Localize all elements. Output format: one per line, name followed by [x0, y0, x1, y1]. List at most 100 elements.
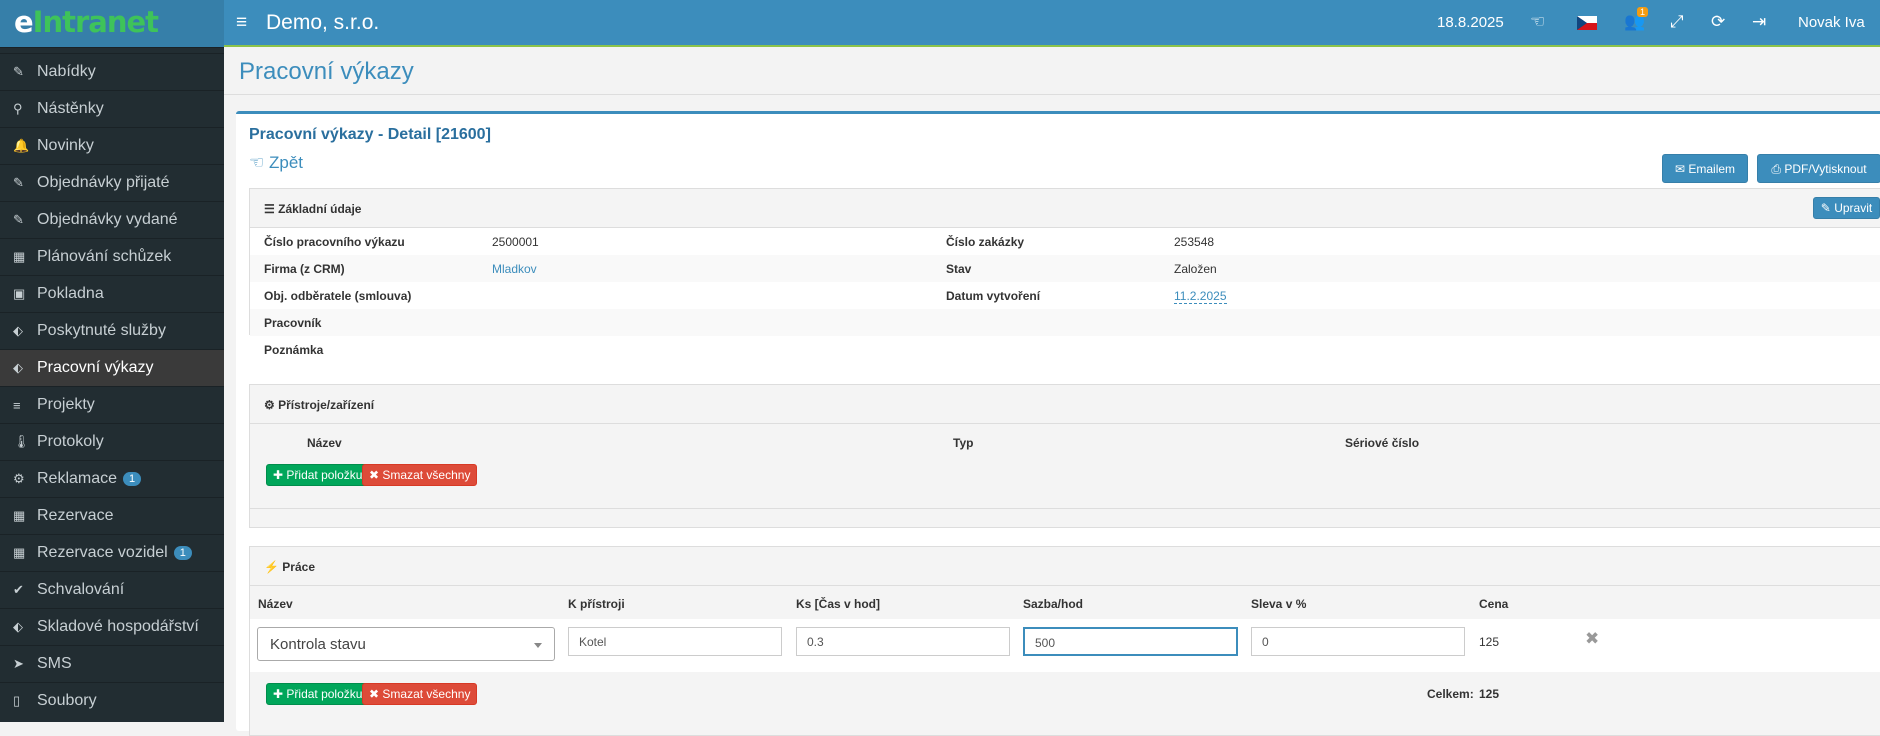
- sidebar-item-label: Schvalování: [37, 581, 125, 598]
- info-label: Číslo pracovního výkazu: [264, 235, 405, 249]
- devices-heading: Přístroje/zařízení: [278, 398, 375, 412]
- sidebar-item[interactable]: ⚲ Nástěnky: [0, 90, 224, 127]
- created-date-editable[interactable]: 11.2.2025: [1174, 289, 1227, 304]
- rate-input[interactable]: 500: [1023, 627, 1238, 656]
- page-title: Pracovní výkazy: [239, 58, 414, 85]
- device-input[interactable]: Kotel: [568, 627, 782, 656]
- sidebar-icon: ✎: [13, 64, 24, 79]
- refresh-icon[interactable]: ⟳: [1711, 12, 1725, 32]
- sidebar-item[interactable]: ▯ Soubory: [0, 682, 224, 719]
- list-icon: ☰: [264, 202, 275, 216]
- total-label: Celkem:: [1427, 687, 1474, 701]
- sidebar-item[interactable]: ➤ SMS: [0, 645, 224, 682]
- total-value: 125: [1479, 687, 1500, 701]
- sidebar-item[interactable]: ▣ Pokladna: [0, 275, 224, 312]
- column-header: Typ: [953, 436, 974, 450]
- column-header: Ks [Čas v hod]: [796, 597, 881, 611]
- app-logo[interactable]: eIntranet: [0, 0, 224, 47]
- sidebar-item[interactable]: ✎ Objednávky vydané: [0, 201, 224, 238]
- sidebar-item[interactable]: ▦ Plánování schůzek: [0, 238, 224, 275]
- sidebar-item-label: Nabídky: [37, 63, 96, 80]
- sidebar-item-label: SMS: [37, 655, 72, 672]
- sidebar-icon: ⚲: [13, 101, 23, 116]
- column-header: Název: [307, 436, 342, 450]
- info-row: Obj. odběratele (smlouva) Datum vytvořen…: [250, 282, 1880, 309]
- detail-title: Pracovní výkazy - Detail [21600]: [249, 126, 491, 143]
- add-device-button[interactable]: ✚ Přidat položku: [266, 464, 370, 486]
- sidebar-item[interactable]: ⬖ Skladové hospodářství: [0, 608, 224, 645]
- sidebar-item[interactable]: ▦ Rezervace: [0, 497, 224, 534]
- sidebar-icon: ➤: [13, 656, 24, 671]
- company-name: Demo, s.r.o.: [266, 11, 380, 34]
- edit-button[interactable]: ✎ Upravit: [1813, 197, 1880, 219]
- sidebar-item-label: Novinky: [37, 137, 94, 154]
- devices-panel: ⚙ Přístroje/zařízení Název Typ Sériové č…: [249, 384, 1880, 528]
- add-work-button[interactable]: ✚ Přidat položku: [266, 683, 370, 705]
- notification-badge: 1: [1637, 7, 1649, 17]
- column-header: K přístroji: [568, 597, 625, 611]
- sidebar-item[interactable]: ▦ Rezervace vozidel 1: [0, 534, 224, 571]
- sign-out-icon[interactable]: ⇥: [1752, 12, 1766, 32]
- delete-all-work-button[interactable]: ✖ Smazat všechny: [362, 683, 478, 705]
- back-link[interactable]: ☜ Zpět: [249, 153, 303, 173]
- sidebar-item-label: Rezervace vozidel: [37, 544, 168, 561]
- email-button[interactable]: ✉ Emailem: [1662, 154, 1748, 183]
- remove-row-icon[interactable]: ✖: [1585, 629, 1599, 649]
- sidebar-icon: ✎: [13, 212, 24, 227]
- column-header: Sériové číslo: [1345, 436, 1420, 450]
- quantity-input[interactable]: 0.3: [796, 627, 1010, 656]
- hand-point-icon[interactable]: ☜: [1530, 12, 1545, 32]
- info-label: Číslo zakázky: [946, 235, 1025, 249]
- info-label: Stav: [946, 262, 972, 276]
- user-name[interactable]: Novak Iva: [1798, 14, 1865, 31]
- top-navbar: eIntranet ≡ Demo, s.r.o. 18.8.2025 ☜ 👥 1…: [0, 0, 1880, 47]
- header-divider: [224, 94, 1880, 95]
- sidebar-item[interactable]: ⬖ Poskytnuté služby: [0, 312, 224, 349]
- column-header: Název: [258, 597, 293, 611]
- czech-flag-icon[interactable]: [1577, 16, 1597, 30]
- sidebar-item-label: Objednávky přijaté: [37, 174, 170, 191]
- plus-icon: ✚: [273, 687, 284, 701]
- sidebar: ✎ Nabídky ⚲ Nástěnky 🔔 Novinky ✎ Objednávky při…: [0, 47, 224, 722]
- expand-icon[interactable]: ⤢: [1670, 12, 1684, 32]
- sidebar-item[interactable]: ✎ Objednávky přijaté: [0, 164, 224, 201]
- plus-icon: ✚: [273, 468, 284, 482]
- sidebar-icon: ≡: [13, 397, 21, 413]
- work-panel: ⚡ Práce Název K přístroji Ks [Čas v hod]…: [249, 546, 1880, 736]
- sidebar-item[interactable]: ≡ Projekty: [0, 386, 224, 423]
- price-value: 125: [1479, 635, 1500, 649]
- info-label: Pracovník: [264, 316, 322, 330]
- basic-info-heading: Základní údaje: [278, 202, 362, 216]
- sidebar-item[interactable]: ⬖ Pracovní výkazy: [0, 349, 224, 386]
- sidebar-item-label: Protokoly: [37, 433, 104, 450]
- close-icon: ✖: [369, 687, 380, 701]
- info-row: Číslo pracovního výkazu 2500001 Číslo za…: [250, 228, 1880, 255]
- sidebar-icon: ▦: [13, 508, 26, 523]
- sidebar-item[interactable]: ✎ Nabídky: [0, 53, 224, 90]
- table-row: Kontrola stavu Kotel 0.3 500 0 125 ✖: [250, 619, 1880, 672]
- count-badge: 1: [123, 472, 142, 486]
- sidebar-item[interactable]: ⚙ Reklamace 1: [0, 460, 224, 497]
- company-link[interactable]: Mladkov: [492, 262, 537, 276]
- info-label: Firma (z CRM): [264, 262, 345, 276]
- info-value: 253548: [1174, 235, 1215, 249]
- work-name-select[interactable]: Kontrola stavu: [257, 627, 555, 661]
- discount-input[interactable]: 0: [1251, 627, 1465, 656]
- basic-info-panel: ☰ Základní údaje ✎ Upravit Číslo pracovn…: [249, 188, 1880, 357]
- sidebar-item-label: Objednávky vydané: [37, 211, 178, 228]
- hand-left-icon: ☜: [249, 153, 265, 172]
- print-icon: ⎙: [1771, 162, 1781, 176]
- sidebar-item-label: Reklamace: [37, 470, 118, 487]
- current-date: 18.8.2025: [1437, 14, 1504, 31]
- hamburger-icon[interactable]: ≡: [236, 12, 247, 34]
- info-label: Poznámka: [264, 343, 324, 357]
- sidebar-item[interactable]: 🌡 Protokoly: [0, 423, 224, 460]
- sidebar-item[interactable]: 🔔 Novinky: [0, 127, 224, 164]
- sidebar-icon: ▦: [13, 545, 26, 560]
- delete-all-devices-button[interactable]: ✖ Smazat všechny: [362, 464, 478, 486]
- sidebar-item-label: Projekty: [37, 396, 95, 413]
- sidebar-item[interactable]: ✔ Schvalování: [0, 571, 224, 608]
- pdf-print-button[interactable]: ⎙ PDF/Vytisknout: [1757, 154, 1880, 183]
- sidebar-item-label: Skladové hospodářství: [37, 618, 199, 635]
- sidebar-item-label: Soubory: [37, 692, 97, 709]
